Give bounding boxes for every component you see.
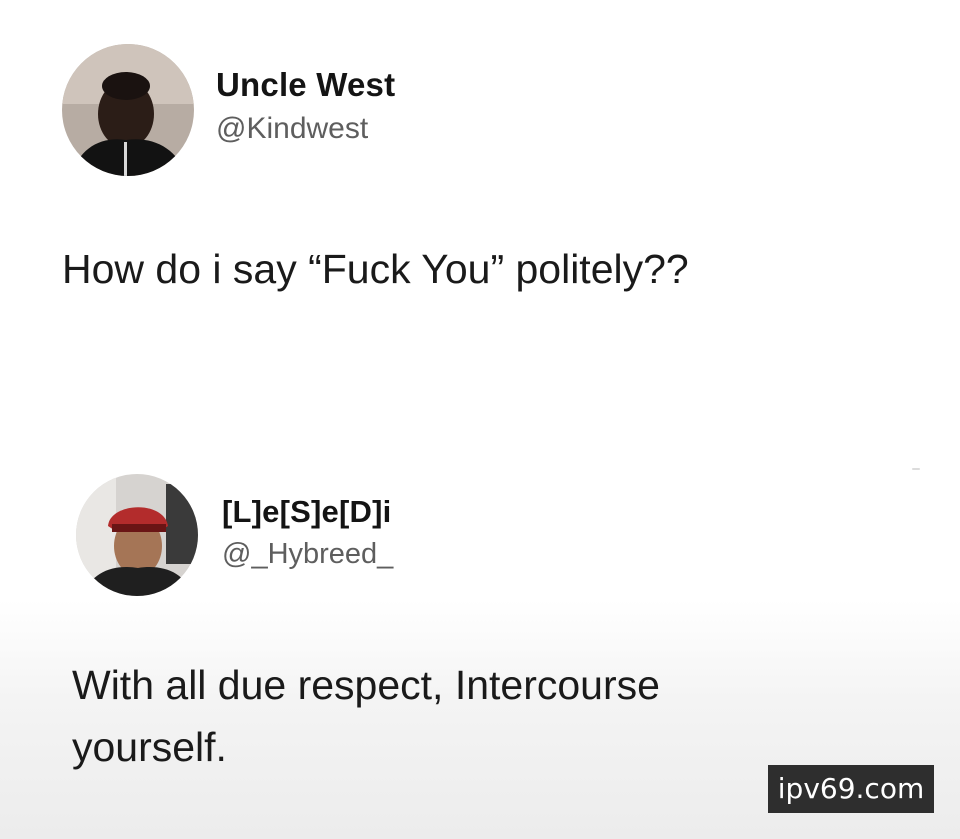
- display-name[interactable]: [L]e[S]e[D]i: [222, 494, 391, 530]
- handle[interactable]: @Kindwest: [216, 112, 368, 146]
- watermark-badge: ipv69.com: [768, 765, 934, 813]
- display-name[interactable]: Uncle West: [216, 66, 395, 104]
- avatar[interactable]: [76, 474, 198, 596]
- avatar-photo: [76, 474, 198, 596]
- tweet-text: With all due respect, Intercourse yourse…: [72, 662, 660, 770]
- tweet-original: Uncle West @Kindwest How do i say “Fuck …: [0, 0, 960, 330]
- handle[interactable]: @_Hybreed_: [222, 538, 393, 571]
- tweet-text: How do i say “Fuck You” politely??: [62, 246, 689, 292]
- avatar-photo: [62, 44, 194, 176]
- avatar[interactable]: [62, 44, 194, 176]
